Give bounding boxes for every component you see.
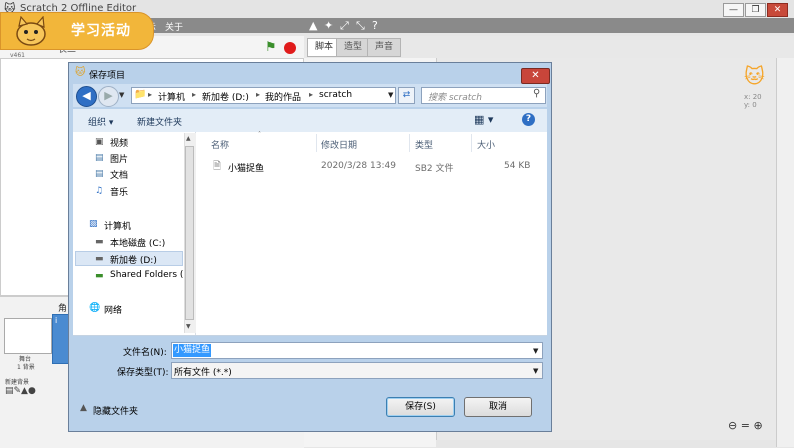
maximize-button[interactable]: ❐ (745, 3, 766, 17)
file-modified: 2020/3/28 13:49 (321, 161, 396, 171)
backdrop-count: 1 背景 (17, 364, 35, 371)
cancel-button[interactable]: 取消 (464, 397, 532, 417)
tab-costumes[interactable]: 造型 (336, 38, 371, 57)
search-placeholder: 搜索 scratch (428, 93, 482, 103)
scroll-up-icon[interactable]: ▲ (186, 135, 191, 142)
help-icon[interactable]: ? (372, 19, 378, 32)
nav-item-local-disk-c[interactable]: 本地磁盘 (C:) (110, 236, 165, 249)
scripts-scrollbar[interactable] (776, 58, 794, 447)
cut-icon[interactable]: ✦ (324, 19, 333, 32)
computer-icon: ▧ (89, 219, 98, 229)
help-icon[interactable]: ? (522, 113, 535, 126)
filetype-label: 保存类型(T): (117, 368, 169, 378)
green-flag-icon[interactable]: ⚑ (265, 40, 277, 55)
zoom-reset-icon[interactable]: = (741, 419, 750, 432)
filename-label: 文件名(N): (123, 348, 167, 358)
dialog-close-button[interactable]: ✕ (521, 68, 550, 84)
zoom-in-icon[interactable]: ⊕ (753, 419, 762, 432)
drive-icon: ▬ (95, 254, 104, 264)
breadcrumb-computer[interactable]: 计算机 (158, 90, 185, 103)
menu-about[interactable]: 关于 (165, 20, 183, 33)
column-name[interactable]: 名称 (211, 138, 229, 151)
scratch-cat-icon: 🐱 (75, 67, 86, 78)
organize-button[interactable]: 组织 ▾ (88, 115, 113, 128)
sprites-header: 角 (58, 304, 68, 314)
filename-input[interactable] (171, 342, 543, 359)
video-icon: ▣ (95, 137, 104, 147)
filename-dropdown-icon[interactable]: ▼ (533, 347, 538, 355)
breadcrumb-separator[interactable]: ▸ (309, 90, 313, 99)
breadcrumb-separator[interactable]: ▸ (192, 90, 196, 99)
file-size: 54 KB (504, 161, 531, 171)
nav-item-computer[interactable]: 计算机 (104, 219, 131, 232)
breadcrumb-drive-d[interactable]: 新加卷 (D:) (202, 90, 249, 103)
zoom-out-icon[interactable]: ⊖ (728, 419, 737, 432)
column-divider[interactable] (316, 134, 317, 152)
breadcrumb-separator[interactable]: ▸ (148, 90, 152, 99)
filetype-dropdown-icon[interactable]: ▼ (533, 367, 538, 375)
history-dropdown-icon[interactable]: ▼ (119, 91, 124, 99)
sort-indicator-icon: ˄ (258, 131, 261, 138)
tab-sounds[interactable]: 声音 (367, 38, 402, 57)
breadcrumb-scratch[interactable]: scratch (319, 90, 352, 100)
dialog-title: 保存项目 (89, 71, 126, 81)
backdrop-tools-icon[interactable]: ▤✎▲● (5, 386, 36, 396)
duplicate-icon[interactable]: ▲ (309, 19, 317, 32)
nav-item-network[interactable]: 网络 (104, 303, 122, 316)
search-icon[interactable]: ⚲ (533, 88, 540, 99)
nav-item-videos[interactable]: 视频 (110, 136, 128, 149)
shrink-icon[interactable]: ⤡ (356, 19, 365, 33)
file-type: SB2 文件 (415, 164, 454, 174)
folder-icon: 📁 (134, 89, 147, 100)
file-name[interactable]: 小猫捉鱼 (228, 161, 264, 174)
nav-item-music[interactable]: 音乐 (110, 185, 128, 198)
scroll-down-icon[interactable]: ▼ (186, 323, 191, 330)
file-icon: 🗎 (213, 161, 222, 172)
minimize-button[interactable]: — (723, 3, 744, 17)
sprite-coords: x: 20 y: 0 (744, 93, 762, 109)
column-modified[interactable]: 修改日期 (321, 138, 357, 151)
sprite-preview-icon: 🐱 (744, 64, 765, 88)
info-icon[interactable]: i (55, 316, 57, 325)
column-divider[interactable] (409, 134, 410, 152)
close-button[interactable]: ✕ (767, 3, 788, 17)
hide-folders-toggle[interactable]: 隐藏文件夹 (93, 404, 138, 417)
nav-item-drive-d[interactable]: 新加卷 (D:) (110, 253, 157, 266)
nav-item-documents[interactable]: 文档 (110, 168, 128, 181)
zoom-controls: ⊖ = ⊕ (728, 419, 763, 432)
documents-icon: ▤ (95, 169, 104, 179)
path-dropdown-icon[interactable]: ▼ (388, 91, 393, 99)
refresh-icon[interactable]: ⇄ (398, 87, 415, 104)
breadcrumb-separator[interactable]: ▸ (256, 90, 260, 99)
view-options-icon[interactable]: ▦ ▾ (474, 113, 493, 126)
grow-icon[interactable]: ⤢ (340, 19, 349, 33)
back-icon[interactable]: ◀ (76, 86, 97, 107)
network-icon: 🌐 (89, 303, 101, 313)
filename-value[interactable]: 小猫捉鱼 (173, 344, 212, 357)
new-folder-button[interactable]: 新建文件夹 (137, 115, 182, 128)
filetype-value: 所有文件 (*.*) (174, 368, 232, 378)
save-button[interactable]: 保存(S) (386, 397, 455, 417)
stop-button[interactable] (284, 42, 296, 54)
nav-item-pictures[interactable]: 图片 (110, 152, 128, 165)
stage-thumbnail[interactable] (4, 318, 52, 354)
collapse-icon[interactable]: ▲ (80, 403, 87, 413)
network-share-icon: ▬ (95, 271, 104, 281)
coord-y: y: 0 (744, 101, 757, 109)
column-size[interactable]: 大小 (477, 138, 495, 151)
column-divider[interactable] (471, 134, 472, 152)
new-backdrop-label: 新建背景 (5, 379, 30, 386)
learning-activity-badge: 学习活动 (0, 12, 154, 50)
coord-x: x: 20 (744, 93, 762, 101)
badge-text: 学习活动 (71, 23, 131, 39)
nav-scrollbar-thumb[interactable] (185, 146, 194, 320)
breadcrumb-my-works[interactable]: 我的作品 (265, 90, 301, 103)
music-icon: ♫ (95, 186, 104, 196)
column-type[interactable]: 类型 (415, 138, 433, 151)
drive-icon: ▬ (95, 237, 104, 247)
forward-icon[interactable]: ▶ (98, 86, 119, 107)
cat-mascot-icon (16, 16, 46, 46)
pictures-icon: ▤ (95, 153, 104, 163)
nav-item-shared-folders[interactable]: Shared Folders ( (110, 270, 183, 280)
